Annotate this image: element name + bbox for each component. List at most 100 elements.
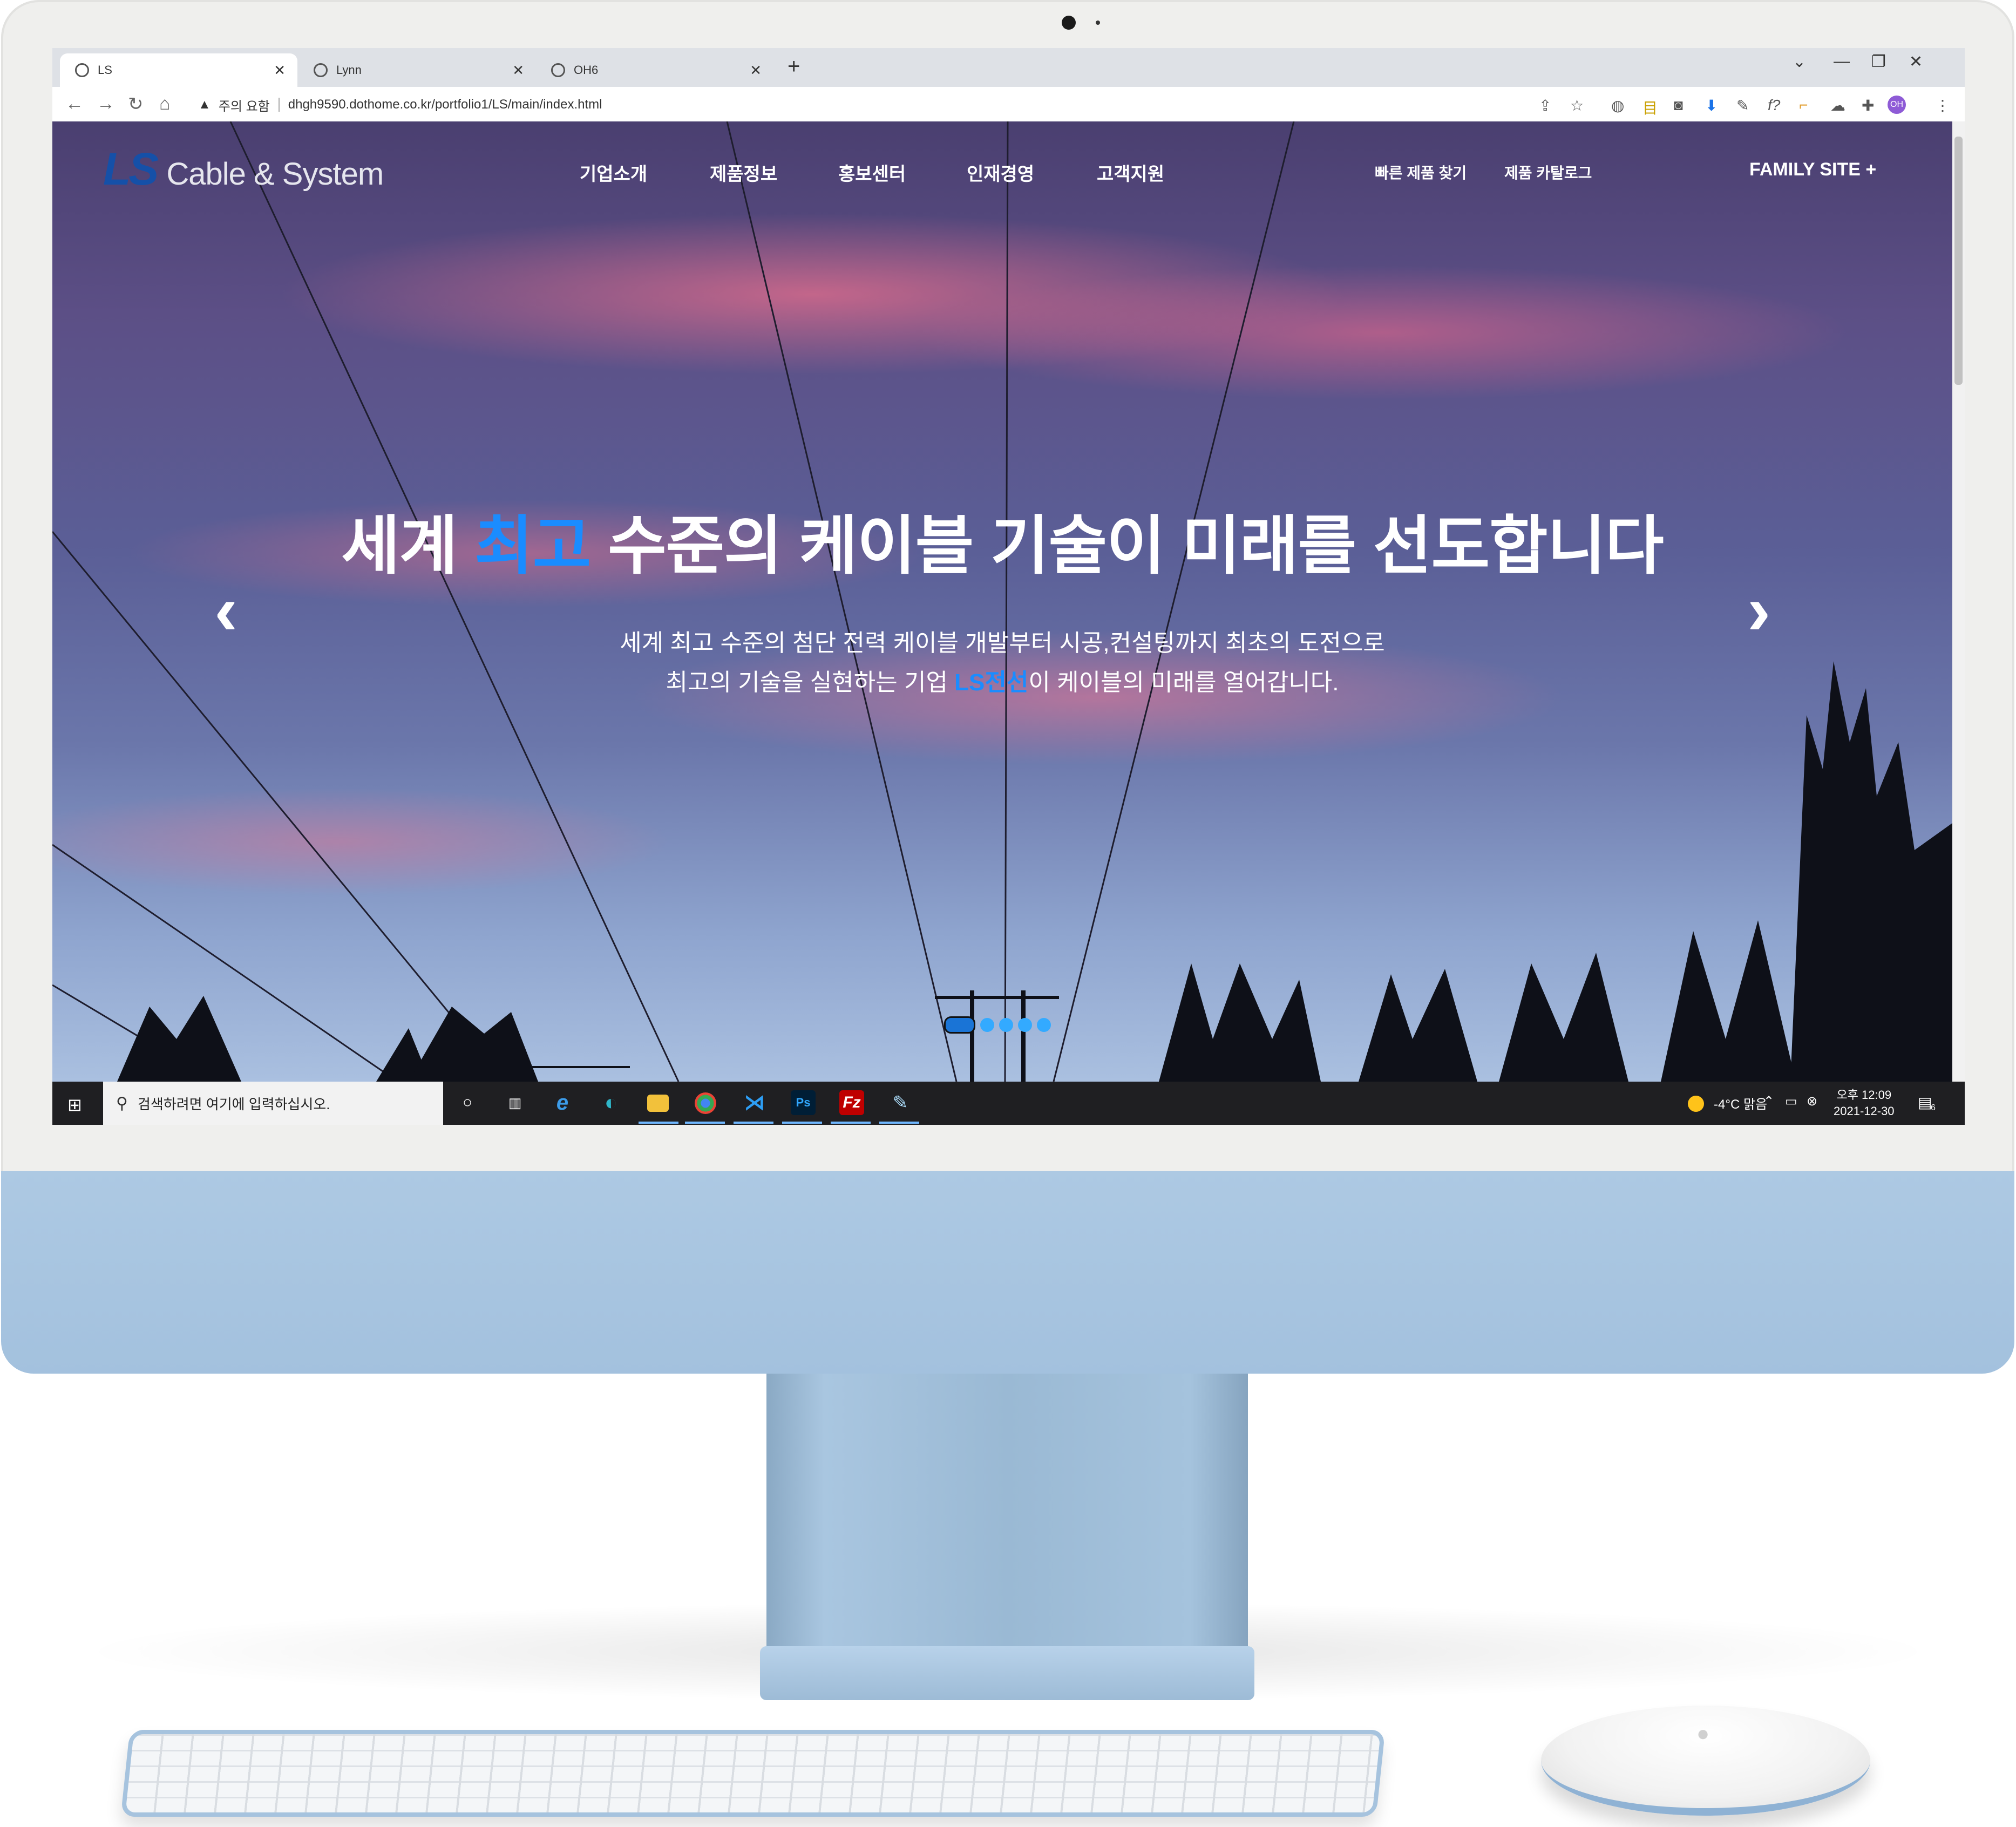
hero-subtitle-line-2: 최고의 기술을 실현하는 기업 LS전선이 케이블의 미래를 열어갑니다. [52,663,1952,697]
taskbar-clock[interactable]: 오후 12:09 2021-12-30 [1834,1087,1895,1119]
subtitle-start: 최고의 기술을 실현하는 기업 [666,669,955,696]
home-icon[interactable]: ⌂ [159,93,171,114]
webcam [1062,16,1076,30]
file-explorer-icon[interactable] [647,1095,669,1112]
chrome-icon[interactable] [695,1092,716,1114]
clock-date: 2021-12-30 [1834,1104,1895,1118]
imac-stand [766,1374,1248,1676]
chrome-running-indicator [685,1122,725,1124]
slider-dot-1[interactable] [944,1016,975,1034]
slider-dot-5[interactable] [1037,1018,1051,1032]
tab-oh6[interactable]: OH6 ✕ [536,53,773,87]
tab-ls[interactable]: LS ✕ [60,53,297,87]
network-icon[interactable]: ▭ [1785,1094,1797,1109]
tab-search-icon[interactable]: ⌄ [1793,52,1806,71]
weather-text[interactable]: -4°C 맑음 [1714,1094,1767,1112]
url-text[interactable]: dhgh9590.dothome.co.kr/portfolio1/LS/mai… [288,97,602,112]
close-icon[interactable]: ✕ [512,62,524,79]
extension-font-icon[interactable]: f? [1768,97,1780,114]
logo-text: Cable & System [166,157,384,192]
bookmark-star-icon[interactable]: ☆ [1570,97,1584,114]
photoshop-icon[interactable]: Ps [791,1090,816,1115]
tab-lynn[interactable]: Lynn ✕ [298,53,536,87]
extension-globe-icon[interactable]: ◍ [1611,97,1624,114]
forward-icon[interactable]: → [97,93,115,114]
apple-logo-icon: ● [1696,1722,1710,1746]
vscode-icon[interactable]: ⋊ [742,1090,767,1115]
minimize-icon[interactable]: — [1834,52,1850,71]
slider-dot-3[interactable] [999,1018,1013,1032]
extension-cloud-icon[interactable]: ☁ [1830,97,1845,114]
globe-icon [551,63,565,77]
hero-subtitle-line-1: 세계 최고 수준의 첨단 전력 케이블 개발부터 시공,컨설팅까지 최초의 도전… [620,630,1385,656]
menu-kebab-icon[interactable]: ⋮ [1935,97,1950,114]
volume-muted-icon[interactable]: ⊗ [1807,1094,1817,1109]
headline-start: 세계 [341,511,475,582]
family-site-button[interactable]: FAMILY SITE + [1749,159,1876,180]
omnibox-divider [278,98,280,112]
filezilla-running-indicator [831,1122,871,1124]
back-icon[interactable]: ← [65,93,84,114]
warning-icon[interactable]: ▲ [198,97,211,112]
nav-pr-center[interactable]: 홍보센터 [838,159,906,186]
reload-icon[interactable]: ↻ [128,93,144,115]
tab-title: Lynn [336,63,362,77]
nav-products[interactable]: 제품정보 [710,159,777,186]
slider-pagination [944,1016,1051,1034]
extensions-puzzle-icon[interactable]: ✚ [1862,97,1874,114]
windows-start-icon[interactable]: ⊞ [67,1095,82,1115]
weather-sun-icon[interactable] [1688,1096,1704,1112]
address-bar: ← → ↻ ⌂ ▲ 주의 요함 dhgh9590.dothome.co.kr/p… [52,87,1965,123]
keyboard [120,1730,1386,1817]
quick-product-search-link[interactable]: 빠른 제품 찾기 [1375,161,1467,183]
cortana-icon[interactable]: ○ [455,1090,480,1115]
extension-ruler-icon[interactable]: 目 [1642,97,1658,118]
extension-download-icon[interactable]: ⬇ [1705,97,1718,114]
omnibox[interactable]: ▲ 주의 요함 dhgh9590.dothome.co.kr/portfolio… [198,94,602,116]
restore-icon[interactable]: ❐ [1871,52,1886,71]
screen: LS ✕ Lynn ✕ OH6 ✕ + ⌄ — ❐ ✕ ← → ↻ ⌂ ▲ 주의… [52,48,1965,1125]
notification-icon[interactable]: ▤ [1918,1094,1932,1111]
subtitle-end: 이 케이블의 미래를 열어갑니다. [1028,669,1339,696]
internet-explorer-icon[interactable]: e [550,1090,575,1115]
nav-company[interactable]: 기업소개 [580,159,647,186]
slider-prev-arrow-icon[interactable]: ‹ [214,575,237,645]
vscode-running-indicator [734,1122,773,1124]
nav-careers[interactable]: 인재경영 [967,159,1034,186]
product-catalog-link[interactable]: 제품 카탈로그 [1504,161,1592,183]
scrollbar-thumb[interactable] [1954,137,1963,385]
task-view-icon[interactable]: ▥ [503,1090,527,1115]
taskbar-search-box[interactable]: ⚲ 검색하려면 여기에 입력하십시오. [103,1082,443,1125]
close-icon[interactable]: ✕ [750,62,762,79]
new-tab-button[interactable]: + [788,55,800,79]
extension-camera-icon[interactable]: ◙ [1674,97,1683,114]
clock-time: 오후 12:09 [1836,1088,1892,1102]
power-lines-background [52,121,1952,1082]
imac-stand-foot [760,1646,1254,1700]
search-icon: ⚲ [116,1094,128,1112]
paint-icon[interactable]: ✎ [888,1090,913,1115]
share-icon[interactable]: ⇪ [1539,97,1551,114]
profile-avatar[interactable]: OH [1888,96,1906,114]
tray-chevron-icon[interactable]: ⌃ [1763,1094,1774,1109]
filezilla-icon[interactable]: Fz [839,1090,864,1115]
subtitle-highlight: LS전선 [954,669,1029,696]
extension-tag-icon[interactable]: ⌐ [1799,97,1808,114]
window-close-icon[interactable]: ✕ [1909,52,1923,71]
slider-dot-4[interactable] [1018,1018,1032,1032]
search-placeholder[interactable]: 검색하려면 여기에 입력하십시오. [138,1094,330,1113]
page-scrollbar[interactable] [1952,121,1965,1082]
extension-picker-icon[interactable]: ✎ [1736,97,1749,114]
edge-icon[interactable]: ◐ [599,1090,623,1115]
security-label[interactable]: 주의 요함 [219,96,270,114]
hero-headline: 세계 최고 수준의 케이블 기술이 미래를 선도합니다 [52,494,1952,586]
paint-running-indicator [879,1122,919,1124]
nav-support[interactable]: 고객지원 [1097,159,1164,186]
close-icon[interactable]: ✕ [274,62,286,79]
slider-next-arrow-icon[interactable]: › [1747,575,1770,645]
file-explorer-running-indicator [639,1122,678,1124]
notification-count: 6 [1931,1103,1936,1112]
slider-dot-2[interactable] [980,1018,994,1032]
hero-section: LS Cable & System 기업소개 제품정보 홍보센터 인재경영 고객… [52,121,1952,1082]
site-logo[interactable]: LS Cable & System [103,143,384,195]
